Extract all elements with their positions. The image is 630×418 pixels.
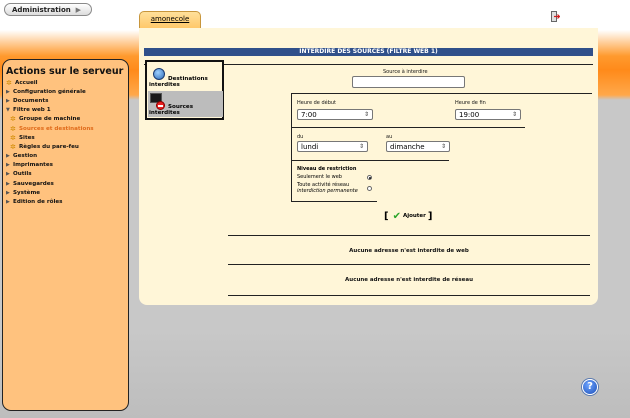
end-time-label: Heure de fin bbox=[455, 100, 486, 106]
sidebar-item-sites[interactable]: ✲ Sites bbox=[6, 133, 125, 142]
triangle-down-icon: ▼ bbox=[6, 107, 10, 114]
sidebar-item-regles-pare-feu[interactable]: ✲ Règles du pare-feu bbox=[6, 142, 125, 151]
to-day-select[interactable]: dimanche ⇕ bbox=[386, 141, 450, 152]
restriction-network-label: Toute activité réseau interdiction perma… bbox=[297, 182, 358, 194]
end-time-select[interactable]: 19:00 ⇕ bbox=[455, 109, 521, 120]
globe-icon bbox=[153, 68, 165, 80]
chevron-updown-icon: ⇕ bbox=[440, 143, 446, 150]
restriction-network-radio[interactable] bbox=[367, 186, 372, 191]
forbidden-icon bbox=[156, 101, 165, 110]
sidebar-item-sources-destinations[interactable]: ✲ Sources et destinations bbox=[6, 124, 125, 133]
sidebar-item-sauvegardes[interactable]: ▶ Sauvegardes bbox=[6, 179, 125, 188]
source-input[interactable] bbox=[352, 76, 465, 88]
administration-menu[interactable]: Administration ▶ bbox=[4, 3, 92, 16]
restriction-web-label: Seulement le web bbox=[297, 174, 342, 180]
gear-icon: ✲ bbox=[10, 124, 16, 133]
divider bbox=[291, 127, 525, 128]
divider bbox=[291, 93, 292, 202]
sidebar-item-systeme[interactable]: ▶ Système bbox=[6, 188, 125, 197]
gear-icon: ✲ bbox=[10, 142, 16, 151]
divider bbox=[291, 93, 592, 94]
divider bbox=[291, 160, 449, 161]
filter-destinations-interdites[interactable]: Destinations interdites bbox=[148, 63, 223, 89]
divider bbox=[291, 201, 377, 202]
to-day-label: au bbox=[386, 134, 393, 140]
sidebar-item-outils[interactable]: ▶ Outils bbox=[6, 170, 125, 179]
divider bbox=[228, 264, 590, 265]
sidebar-item-groupe-machine[interactable]: ✲ Groupe de machine bbox=[6, 115, 125, 124]
start-time-select[interactable]: 7:00 ⇕ bbox=[297, 109, 373, 120]
triangle-right-icon: ▶ bbox=[6, 88, 10, 95]
chevron-right-icon: ▶ bbox=[75, 6, 81, 14]
start-time-label: Heure de début bbox=[297, 100, 337, 106]
sidebar-item-filtre-web[interactable]: ▼ Filtre web 1 bbox=[6, 106, 125, 115]
logout-link[interactable]: Déconnexion bbox=[561, 13, 612, 21]
help-icon[interactable]: ? bbox=[582, 379, 598, 395]
sidebar-item-configuration[interactable]: ▶ Configuration générale bbox=[6, 87, 125, 96]
logout-icon[interactable] bbox=[551, 11, 560, 22]
triangle-right-icon: ▶ bbox=[6, 180, 10, 187]
from-day-label: du bbox=[297, 134, 304, 140]
source-label: Source à interdire bbox=[383, 69, 428, 75]
filter-type-selector: Destinations interdites Sources interdit… bbox=[145, 60, 224, 120]
chevron-updown-icon: ⇕ bbox=[363, 111, 369, 118]
filter-sources-interdites[interactable]: Sources interdites bbox=[148, 91, 223, 117]
administration-menu-label: Administration bbox=[12, 5, 71, 14]
from-day-select[interactable]: lundi ⇕ bbox=[297, 141, 368, 152]
sidebar-item-edition-roles[interactable]: ▶ Edition de rôles bbox=[6, 197, 125, 206]
gear-icon: ✲ bbox=[6, 78, 12, 87]
gear-icon: ✲ bbox=[10, 133, 16, 142]
empty-web-message: Aucune adresse n'est interdite de web bbox=[349, 248, 469, 254]
restriction-web-radio[interactable] bbox=[367, 175, 372, 180]
triangle-right-icon: ▶ bbox=[6, 199, 10, 206]
triangle-right-icon: ▶ bbox=[6, 162, 10, 169]
add-button[interactable]: [ ✔ Ajouter ] bbox=[384, 210, 432, 222]
sidebar-title: Actions sur le serveur bbox=[6, 66, 124, 77]
sidebar-item-documents[interactable]: ▶ Documents bbox=[6, 96, 125, 105]
chevron-updown-icon: ⇕ bbox=[511, 111, 517, 118]
sidebar-item-accueil[interactable]: ✲ Accueil bbox=[6, 78, 125, 87]
triangle-right-icon: ▶ bbox=[6, 97, 10, 104]
sidebar-item-gestion[interactable]: ▶ Gestion bbox=[6, 152, 125, 161]
triangle-right-icon: ▶ bbox=[6, 189, 10, 196]
triangle-right-icon: ▶ bbox=[6, 171, 10, 178]
school-tab-label: amonecole bbox=[150, 15, 190, 23]
divider bbox=[228, 235, 590, 236]
restriction-title: Niveau de restriction bbox=[297, 166, 357, 172]
triangle-right-icon: ▶ bbox=[6, 153, 10, 160]
tab-amonecole[interactable]: amonecole bbox=[139, 11, 201, 28]
sidebar-item-imprimantes[interactable]: ▶ Imprimantes bbox=[6, 161, 125, 170]
page-title: INTERDIRE DES SOURCES (FILTRE WEB 1) bbox=[144, 48, 593, 56]
empty-network-message: Aucune adresse n'est interdite de réseau bbox=[345, 277, 473, 283]
chevron-updown-icon: ⇕ bbox=[358, 143, 364, 150]
checkmark-icon: ✔ bbox=[392, 210, 401, 222]
divider bbox=[228, 295, 590, 296]
gear-icon: ✲ bbox=[10, 115, 16, 124]
sidebar: Actions sur le serveur ✲ Accueil ▶ Confi… bbox=[2, 59, 129, 411]
connected-user-text: VOUS ÊTES CONNECTÉ(E) EN TANT QUE ADMIN bbox=[390, 15, 533, 22]
